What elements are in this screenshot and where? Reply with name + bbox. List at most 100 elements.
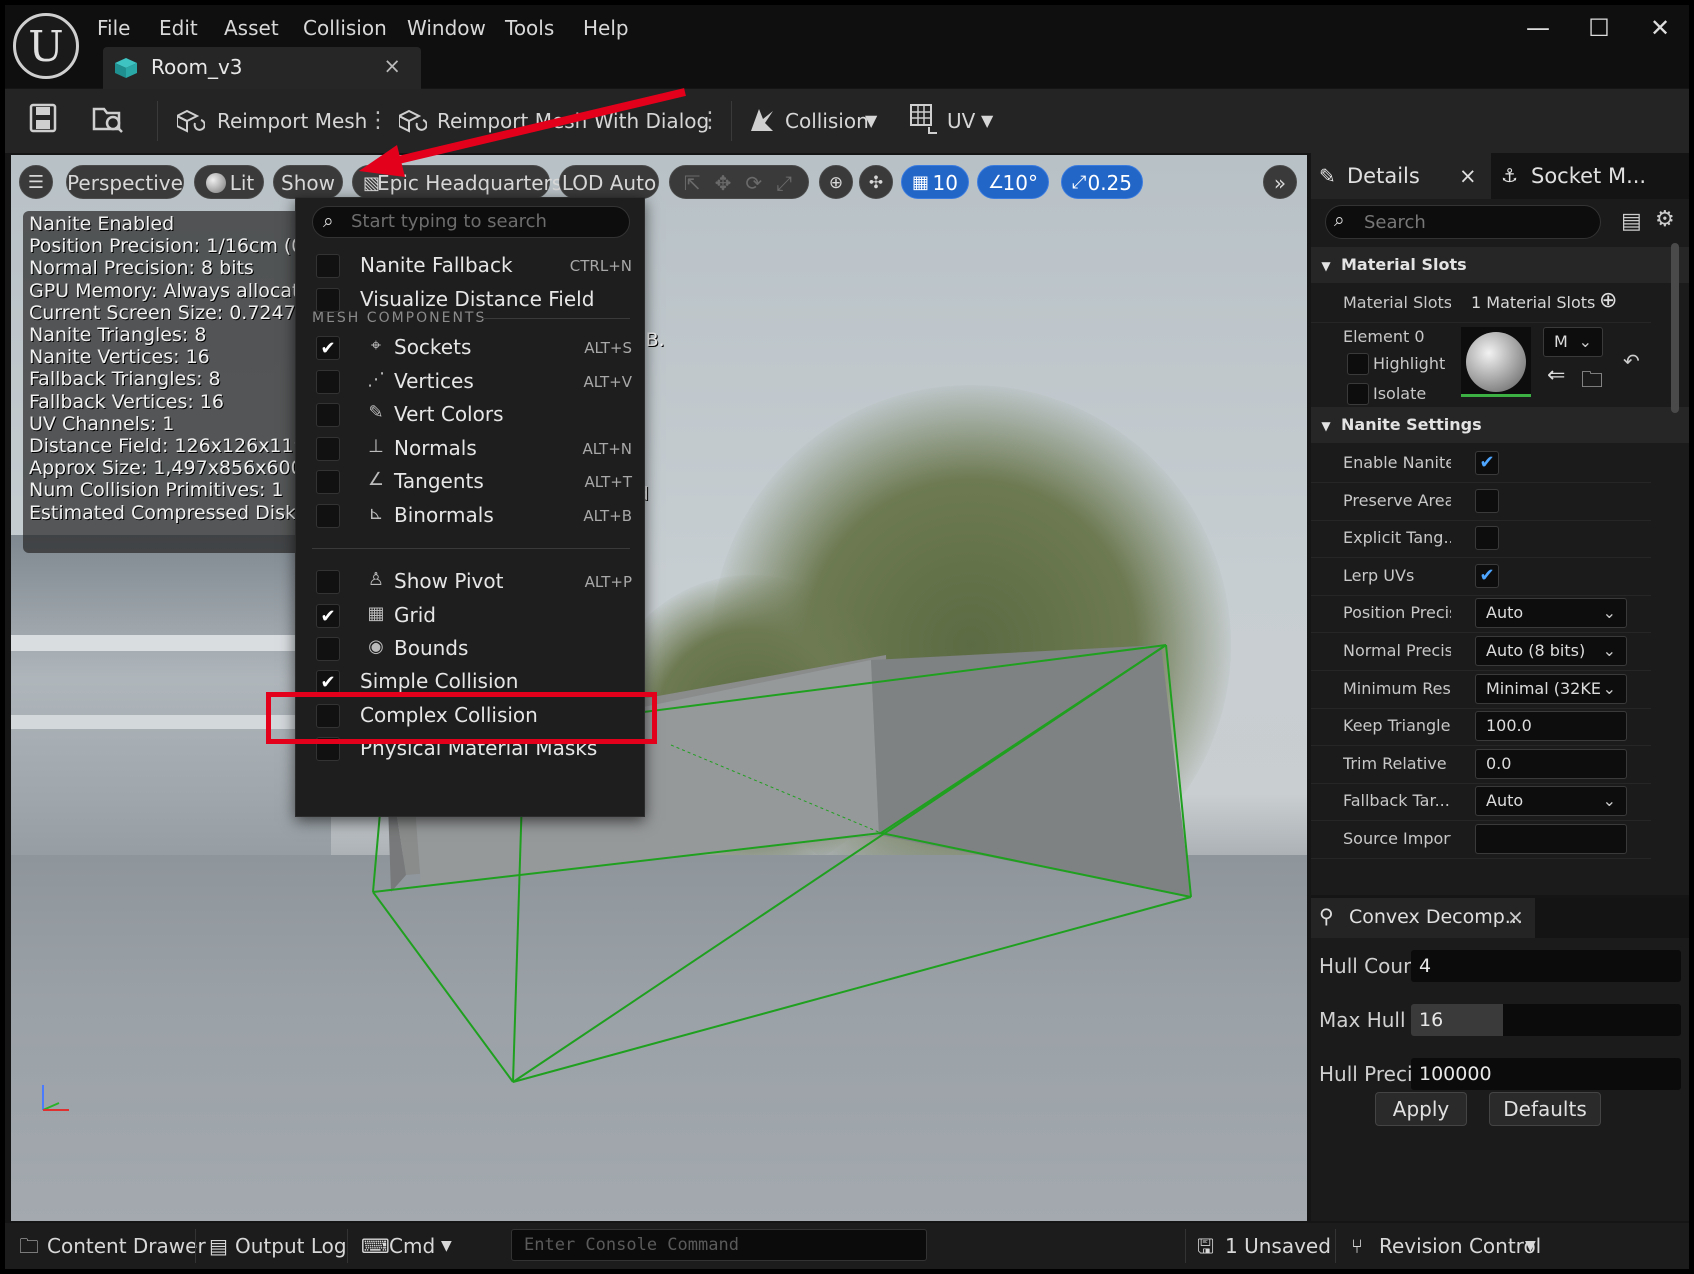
browse-asset-icon[interactable] bbox=[91, 103, 125, 135]
close-window-button[interactable]: ✕ bbox=[1631, 9, 1689, 47]
console-command-input[interactable]: Enter Console Command bbox=[511, 1229, 927, 1261]
menu-edit[interactable]: Edit bbox=[159, 11, 198, 45]
perspective-button[interactable]: Perspective bbox=[66, 165, 184, 199]
unreal-logo-icon[interactable]: U bbox=[13, 13, 79, 79]
hull-precision-input[interactable]: 100000 bbox=[1411, 1058, 1681, 1090]
show-item-vert-colors[interactable]: ✎ Vert Colors bbox=[296, 397, 646, 433]
environment-button[interactable]: ▧ Epic Headquarters bbox=[352, 165, 562, 199]
menu-collision[interactable]: Collision bbox=[303, 11, 387, 45]
show-item-checkbox[interactable] bbox=[316, 403, 340, 427]
show-item-tangents[interactable]: ∠ Tangents ALT+T bbox=[296, 464, 646, 500]
hull-count-input[interactable]: 4 bbox=[1411, 950, 1681, 982]
nanite-row-checkbox[interactable] bbox=[1475, 526, 1499, 551]
reimport-mesh-button[interactable]: Reimport Mesh bbox=[217, 99, 367, 143]
show-item-sockets[interactable]: ✔ ⌖ Sockets ALT+S bbox=[296, 330, 646, 366]
show-item-checkbox[interactable] bbox=[316, 637, 340, 661]
show-item-grid[interactable]: ✔ ▦ Grid bbox=[296, 598, 646, 634]
show-item-bounds[interactable]: ◉ Bounds bbox=[296, 631, 646, 667]
nanite-row-checkbox[interactable]: ✔ bbox=[1475, 451, 1499, 475]
nanite-row-combo[interactable]: Auto (8 bits) ⌄ bbox=[1475, 636, 1627, 666]
show-item-binormals[interactable]: ⊾ Binormals ALT+B bbox=[296, 498, 646, 534]
reimport-with-dialog-button[interactable]: Reimport Mesh With Dialog bbox=[437, 99, 709, 143]
show-item-checkbox[interactable]: ✔ bbox=[316, 670, 340, 694]
gear-icon[interactable]: ⚙ bbox=[1655, 207, 1675, 232]
transform-tools-group[interactable]: ⇱✥⟳⤢ bbox=[669, 165, 809, 199]
menu-help[interactable]: Help bbox=[583, 11, 629, 45]
table-view-icon[interactable]: ▤ bbox=[1621, 209, 1642, 234]
show-item-nanite-fallback[interactable]: Nanite Fallback CTRL+N bbox=[296, 248, 646, 284]
collision-dropdown[interactable]: Collision bbox=[785, 99, 869, 143]
rotation-snap-button[interactable]: ∠ 10° bbox=[977, 165, 1049, 199]
nanite-row-checkbox[interactable] bbox=[1475, 488, 1499, 513]
grid-snap-button[interactable]: ▦ 10 bbox=[901, 165, 969, 199]
show-item-label: Visualize Distance Field bbox=[360, 286, 595, 311]
stat-line: Fallback Triangles: 8 bbox=[29, 368, 221, 391]
highlight-checkbox[interactable] bbox=[1347, 353, 1369, 375]
show-button[interactable]: Show bbox=[273, 165, 343, 199]
show-item-checkbox[interactable] bbox=[316, 470, 340, 494]
nanite-row-field[interactable]: 100.0 bbox=[1475, 711, 1627, 742]
reset-to-default-icon[interactable]: ↶ bbox=[1623, 349, 1640, 373]
asset-tab-close-icon[interactable]: × bbox=[383, 54, 401, 78]
use-selected-asset-icon[interactable]: ⇐ bbox=[1547, 363, 1565, 388]
show-item-checkbox[interactable] bbox=[316, 570, 340, 594]
minimize-button[interactable]: — bbox=[1509, 9, 1567, 47]
show-item-checkbox[interactable]: ✔ bbox=[316, 603, 340, 628]
browse-asset-icon[interactable]: 🗀 bbox=[1581, 363, 1603, 401]
show-item-checkbox[interactable] bbox=[316, 436, 340, 461]
viewport-options-menu-icon[interactable]: ☰ bbox=[19, 165, 53, 199]
mesh-viewport[interactable]: ☰ Perspective Lit Show ▧ Epic Headquarte… bbox=[11, 155, 1307, 1221]
show-item-show-pivot[interactable]: ♙ Show Pivot ALT+P bbox=[296, 564, 646, 600]
show-item-vertices[interactable]: ⋰ Vertices ALT+V bbox=[296, 364, 646, 400]
reimport-mesh-options-icon[interactable]: ⋮ bbox=[367, 99, 389, 143]
reimport-dialog-options-icon[interactable]: ⋮ bbox=[699, 99, 721, 143]
scale-snap-button[interactable]: ⤢ 0.25 bbox=[1061, 165, 1143, 199]
uv-dropdown[interactable]: UV bbox=[947, 99, 975, 143]
menu-file[interactable]: File bbox=[97, 11, 130, 45]
surface-snap-icon[interactable]: ⊕ bbox=[819, 165, 853, 199]
show-search-box[interactable]: ⌕ Start typing to search bbox=[312, 206, 630, 238]
show-item-checkbox[interactable] bbox=[316, 503, 340, 528]
viewport-overflow-icon[interactable]: » bbox=[1263, 165, 1297, 199]
show-item-checkbox[interactable] bbox=[316, 287, 340, 312]
asset-tab[interactable]: Room_v3 × bbox=[103, 47, 421, 89]
details-search-input[interactable]: ⌕ Search bbox=[1325, 205, 1601, 239]
menu-asset[interactable]: Asset bbox=[224, 11, 279, 45]
nanite-settings-section[interactable]: ▼ Nanite Settings bbox=[1311, 407, 1689, 443]
nanite-row-field[interactable]: 0.0 bbox=[1475, 748, 1627, 779]
lit-button[interactable]: Lit bbox=[194, 165, 264, 199]
nanite-row-checkbox[interactable]: ✔ bbox=[1475, 563, 1499, 588]
show-item-normals[interactable]: ⊥ Normals ALT+N bbox=[296, 431, 646, 467]
show-item-visualize-distance-field[interactable]: Visualize Distance Field bbox=[296, 282, 646, 318]
output-log-button[interactable]: Output Log bbox=[235, 1229, 347, 1263]
material-thumbnail[interactable] bbox=[1461, 327, 1531, 397]
menu-tools[interactable]: Tools bbox=[505, 11, 554, 45]
show-item-checkbox[interactable]: ✔ bbox=[316, 336, 340, 360]
details-scrollbar[interactable] bbox=[1671, 243, 1679, 413]
menu-window[interactable]: Window bbox=[407, 11, 486, 45]
add-material-slot-icon[interactable]: ⊕ bbox=[1599, 288, 1617, 313]
tab-socket-manager[interactable]: Socket M... bbox=[1531, 153, 1646, 199]
cmd-dropdown[interactable]: Cmd bbox=[389, 1229, 435, 1263]
show-item-checkbox[interactable] bbox=[316, 369, 340, 394]
defaults-button[interactable]: Defaults bbox=[1489, 1092, 1601, 1126]
nanite-row-combo[interactable]: Minimal (32KE ⌄ bbox=[1475, 673, 1627, 704]
max-hull-verts-slider[interactable]: 16 bbox=[1411, 1004, 1681, 1036]
material-slots-section[interactable]: ▼ Material Slots bbox=[1311, 247, 1689, 283]
nanite-row-combo[interactable]: Auto ⌄ bbox=[1475, 598, 1627, 629]
show-item-checkbox[interactable] bbox=[316, 254, 340, 278]
unsaved-button[interactable]: 1 Unsaved bbox=[1225, 1229, 1331, 1263]
isolate-checkbox[interactable] bbox=[1347, 383, 1369, 405]
maximize-button[interactable]: ☐ bbox=[1570, 9, 1628, 47]
revision-control-button[interactable]: Revision Control bbox=[1379, 1229, 1541, 1263]
tab-details-close-icon[interactable]: × bbox=[1459, 153, 1477, 199]
nanite-row-combo[interactable]: Auto ⌄ bbox=[1475, 786, 1627, 817]
lod-button[interactable]: LOD Auto bbox=[559, 165, 659, 199]
save-icon[interactable] bbox=[29, 103, 57, 133]
nanite-row-field[interactable] bbox=[1475, 824, 1627, 854]
convex-tab-close-icon[interactable]: × bbox=[1507, 905, 1524, 929]
material-combo[interactable]: M ⌄ bbox=[1543, 327, 1603, 357]
apply-button[interactable]: Apply bbox=[1375, 1092, 1467, 1126]
world-local-icon[interactable]: ✣ bbox=[859, 165, 893, 199]
content-drawer-button[interactable]: Content Drawer bbox=[47, 1229, 206, 1263]
